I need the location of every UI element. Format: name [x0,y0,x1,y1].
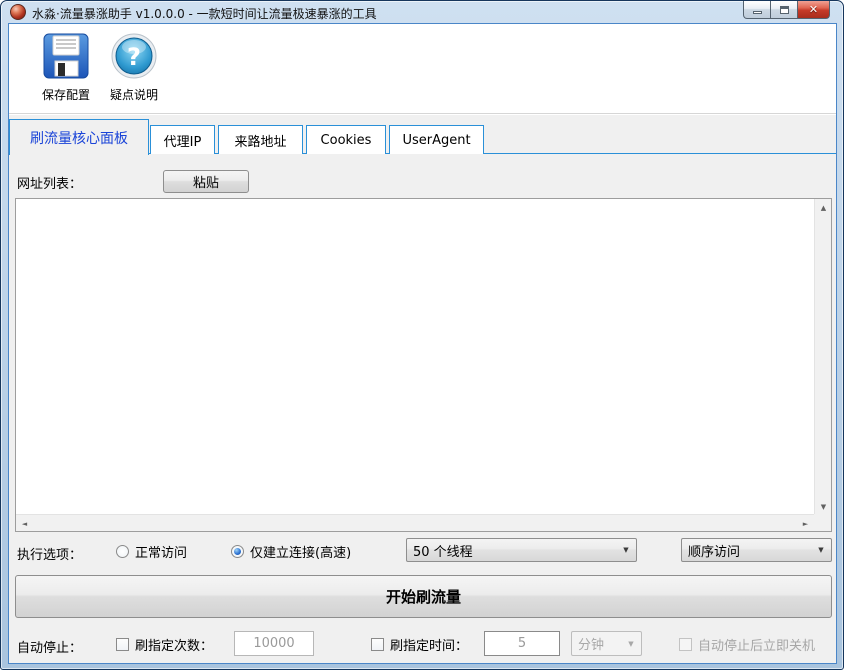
app-window: 水淼·流量暴涨助手 v1.0.0.0 - 一款短时间让流量极速暴涨的工具 ✕ [0,0,844,670]
radio-connect-only[interactable]: 仅建立连接(高速) [231,542,351,561]
tab-referrer[interactable]: 来路地址 [218,125,303,154]
shutdown-label: 自动停止后立即关机 [698,635,815,654]
radio-checked-icon[interactable] [231,545,244,558]
visit-order-value: 顺序访问 [682,541,811,560]
maximize-button[interactable] [771,1,798,19]
time-input[interactable]: 5 [484,631,560,656]
tab-cookies[interactable]: Cookies [306,125,386,154]
paste-button-label: 粘贴 [193,172,219,191]
horizontal-scrollbar[interactable]: ◄ ► [16,514,814,531]
exec-options-label: 执行选项： [17,544,82,563]
titlebar[interactable]: 水淼·流量暴涨助手 v1.0.0.0 - 一款短时间让流量极速暴涨的工具 ✕ [1,1,843,23]
radio-connect-label: 仅建立连接(高速) [250,542,351,561]
window-title: 水淼·流量暴涨助手 v1.0.0.0 - 一款短时间让流量极速暴涨的工具 [32,5,377,22]
close-button[interactable]: ✕ [798,1,830,19]
time-unit-select: 分钟 ▼ [571,631,642,656]
threads-select[interactable]: 50 个线程 ▼ [406,538,637,562]
radio-normal-label: 正常访问 [135,542,187,561]
auto-stop-label: 自动停止： [17,637,82,656]
count-limit-checkbox[interactable]: 刷指定次数： [116,635,213,654]
tab-bar: 刷流量核心面板 代理IP 来路地址 Cookies UserAgent [9,116,836,154]
tab-label: 代理IP [164,131,202,150]
chevron-down-icon: ▼ [811,546,831,554]
close-icon: ✕ [809,4,818,15]
radio-unchecked-icon[interactable] [116,545,129,558]
chevron-down-icon: ▼ [621,640,641,648]
save-config-label: 保存配置 [42,86,90,103]
minimize-button[interactable] [743,1,771,19]
tab-useragent[interactable]: UserAgent [389,125,484,154]
app-logo-icon [10,4,26,20]
time-limit-checkbox[interactable]: 刷指定时间： [371,635,468,654]
help-label: 疑点说明 [110,86,158,103]
shutdown-checkbox: 自动停止后立即关机 [679,635,815,654]
checkbox-unchecked-icon[interactable] [116,638,129,651]
floppy-disk-icon [42,32,90,80]
checkbox-disabled-icon [679,638,692,651]
visit-order-select[interactable]: 顺序访问 ▼ [681,538,832,562]
maximize-icon [780,6,789,14]
scroll-right-icon[interactable]: ► [798,516,813,531]
save-config-button[interactable]: 保存配置 [27,29,105,111]
start-traffic-button[interactable]: 开始刷流量 [15,575,832,618]
window-controls: ✕ [743,1,830,19]
tab-proxy-ip[interactable]: 代理IP [150,125,215,154]
scrollbar-corner [814,514,831,531]
svg-text:?: ? [127,43,141,71]
url-list-textarea[interactable]: ▲ ▼ ◄ ► [15,198,832,532]
minimize-icon [753,11,762,14]
start-traffic-label: 开始刷流量 [386,586,461,607]
count-limit-label: 刷指定次数： [135,635,213,654]
time-limit-label: 刷指定时间： [390,635,468,654]
scroll-up-icon[interactable]: ▲ [816,200,831,215]
time-unit-value: 分钟 [572,634,621,653]
threads-select-value: 50 个线程 [407,541,616,560]
tab-label: Cookies [321,133,372,148]
paste-button[interactable]: 粘贴 [163,170,249,193]
chevron-down-icon: ▼ [616,546,636,554]
url-list-content[interactable] [18,201,813,513]
question-mark-icon: ? [110,32,158,80]
vertical-scrollbar[interactable]: ▲ ▼ [814,199,831,515]
url-list-label: 网址列表： [17,173,82,192]
tab-label: 刷流量核心面板 [30,128,128,148]
toolbar: 保存配置 ? 疑点说明 [9,24,836,114]
count-input[interactable]: 10000 [234,631,314,656]
tab-core-panel[interactable]: 刷流量核心面板 [9,119,149,155]
scroll-left-icon[interactable]: ◄ [17,516,32,531]
tab-label: UserAgent [402,133,470,148]
client-area: 保存配置 ? 疑点说明 [8,23,837,664]
help-button[interactable]: ? 疑点说明 [95,29,173,111]
scroll-down-icon[interactable]: ▼ [816,499,831,514]
checkbox-unchecked-icon[interactable] [371,638,384,651]
tab-label: 来路地址 [234,131,286,150]
radio-normal-visit[interactable]: 正常访问 [116,542,187,561]
